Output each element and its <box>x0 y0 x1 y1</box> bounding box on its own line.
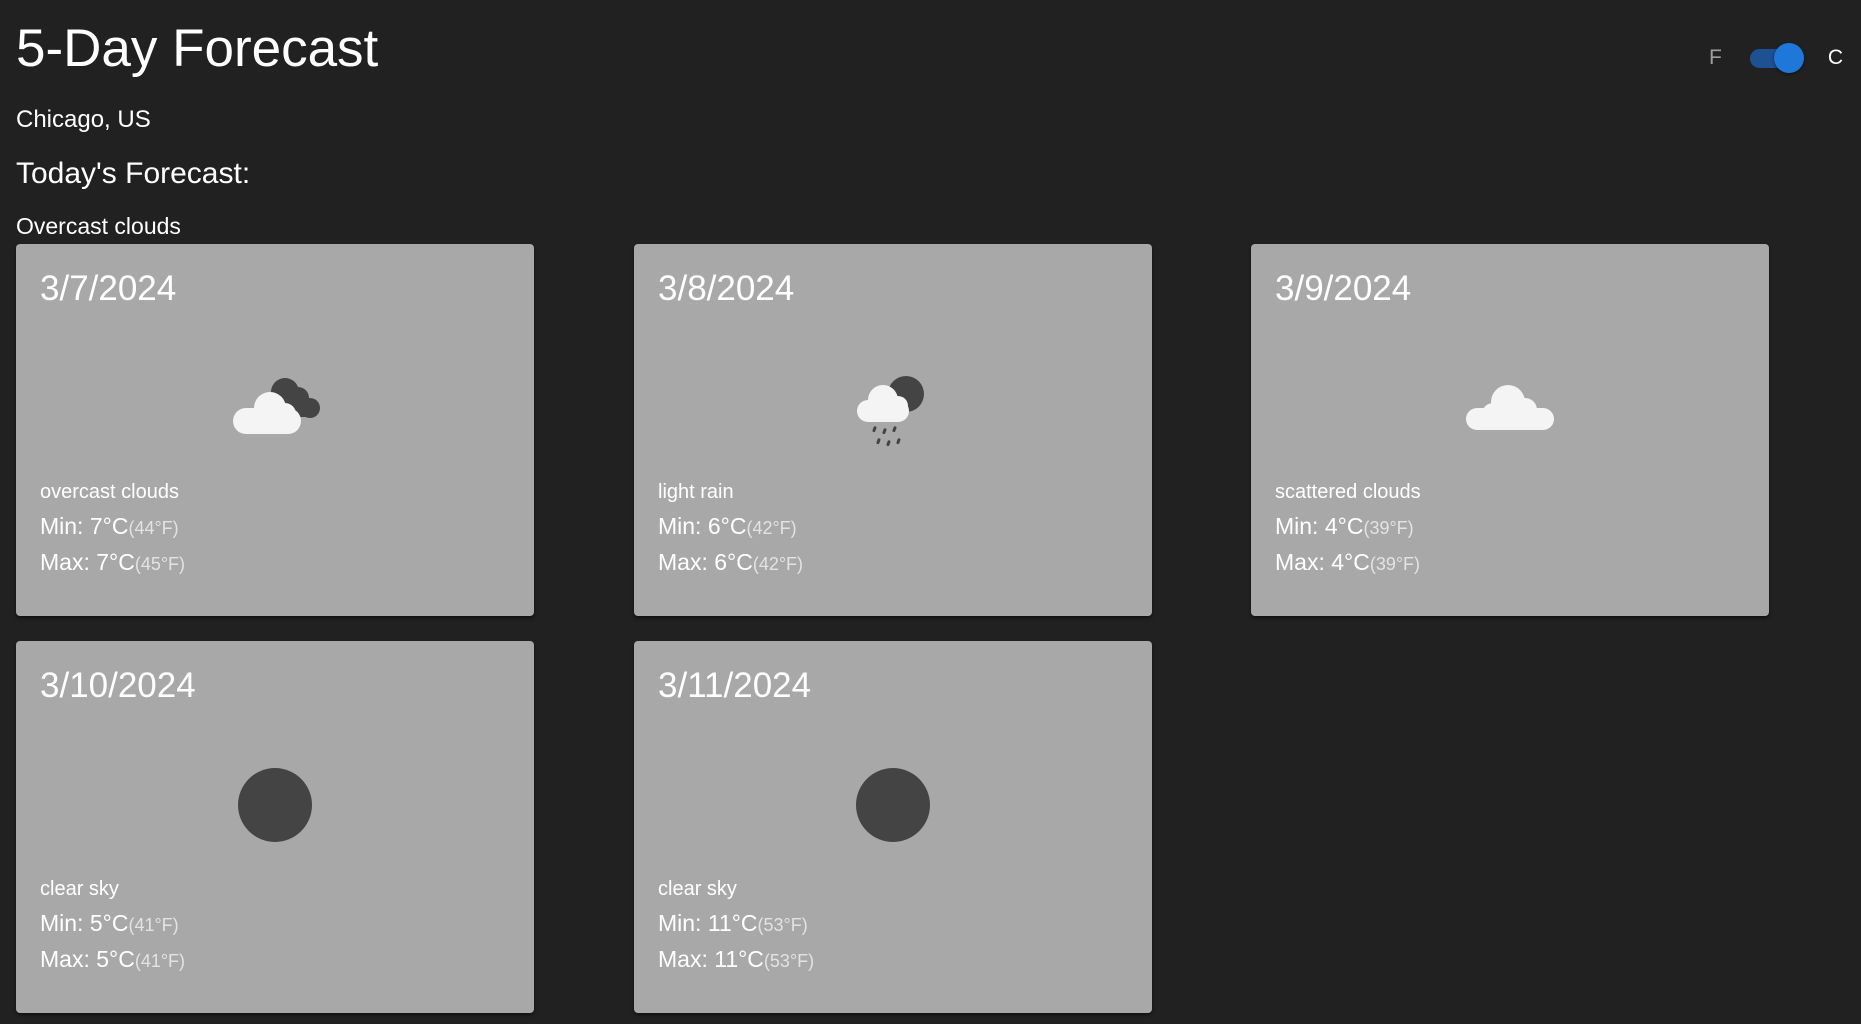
min-fahrenheit: (44°F) <box>128 518 179 538</box>
max-fahrenheit: (45°F) <box>134 554 186 574</box>
overcast-clouds-icon <box>225 356 325 456</box>
max-celsius: Max: 4°C <box>1275 549 1370 575</box>
max-celsius: Max: 11°C <box>658 946 764 972</box>
min-fahrenheit: (41°F) <box>128 915 179 935</box>
forecast-description: light rain <box>658 481 734 503</box>
forecast-card: 3/7/2024 overcast clouds Min: 7°C(44°F) … <box>16 244 534 616</box>
forecast-date: 3/7/2024 <box>40 269 177 308</box>
forecast-card: 3/10/2024 clear sky Min: 5°C(41°F) Max: … <box>16 641 534 1013</box>
forecast-description: scattered clouds <box>1275 481 1421 503</box>
min-temperature: Min: 6°C(42°F) <box>658 512 797 542</box>
forecast-description: clear sky <box>40 878 119 900</box>
light-rain-icon <box>843 356 943 456</box>
min-celsius: Min: 7°C <box>40 513 129 539</box>
clear-sky-icon <box>225 753 325 853</box>
min-temperature: Min: 7°C(44°F) <box>40 512 179 542</box>
max-fahrenheit: (39°F) <box>1369 554 1421 574</box>
max-fahrenheit: (41°F) <box>134 951 186 971</box>
min-celsius: Min: 6°C <box>658 513 747 539</box>
forecast-date: 3/8/2024 <box>658 269 795 308</box>
forecast-date: 3/11/2024 <box>658 666 812 705</box>
clear-sky-icon <box>843 753 943 853</box>
forecast-description: clear sky <box>658 878 737 900</box>
celsius-label: C <box>1827 46 1843 69</box>
min-fahrenheit: (39°F) <box>1363 518 1414 538</box>
max-temperature: Max: 5°C(41°F) <box>40 945 185 975</box>
max-temperature: Max: 6°C(42°F) <box>658 548 803 578</box>
forecast-card: 3/8/2024 light rain Min: 6°C(42°F) Max: … <box>634 244 1152 616</box>
switch-thumb[interactable] <box>1773 43 1804 73</box>
min-temperature: Min: 5°C(41°F) <box>40 909 179 939</box>
unit-toggle: F C <box>1709 40 1843 76</box>
min-temperature: Min: 11°C(53°F) <box>658 909 808 939</box>
forecast-description: overcast clouds <box>40 481 179 503</box>
max-fahrenheit: (53°F) <box>763 951 815 971</box>
max-temperature: Max: 4°C(39°F) <box>1275 548 1420 578</box>
max-celsius: Max: 7°C <box>40 549 135 575</box>
today-heading: Today's Forecast: <box>16 157 251 190</box>
max-fahrenheit: (42°F) <box>752 554 804 574</box>
today-description: Overcast clouds <box>16 213 181 239</box>
forecast-date: 3/10/2024 <box>40 666 196 705</box>
weather-page: 5-Day Forecast Chicago, US Today's Forec… <box>0 0 1861 1024</box>
min-celsius: Min: 4°C <box>1275 513 1364 539</box>
location-label: Chicago, US <box>16 106 151 133</box>
fahrenheit-label: F <box>1709 46 1722 69</box>
scattered-clouds-icon <box>1460 356 1560 456</box>
forecast-card: 3/9/2024 scattered clouds Min: 4°C(39°F)… <box>1251 244 1769 616</box>
forecast-card: 3/11/2024 clear sky Min: 11°C(53°F) Max:… <box>634 641 1152 1013</box>
forecast-date: 3/9/2024 <box>1275 269 1412 308</box>
min-temperature: Min: 4°C(39°F) <box>1275 512 1414 542</box>
min-fahrenheit: (53°F) <box>757 915 808 935</box>
max-temperature: Max: 11°C(53°F) <box>658 945 814 975</box>
max-celsius: Max: 5°C <box>40 946 135 972</box>
max-temperature: Max: 7°C(45°F) <box>40 548 185 578</box>
min-celsius: Min: 11°C <box>658 910 758 936</box>
min-celsius: Min: 5°C <box>40 910 129 936</box>
page-title: 5-Day Forecast <box>16 19 379 78</box>
min-fahrenheit: (42°F) <box>746 518 797 538</box>
max-celsius: Max: 6°C <box>658 549 753 575</box>
unit-switch[interactable] <box>1748 40 1804 76</box>
